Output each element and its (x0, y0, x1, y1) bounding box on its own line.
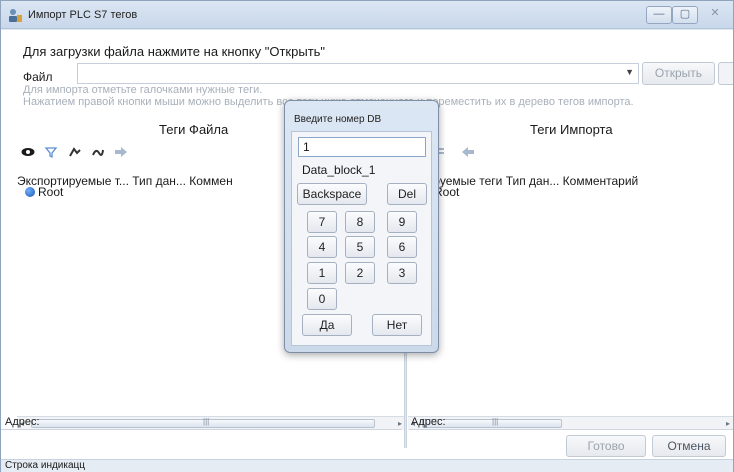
import-tags-panel: Теги Импорта ортируемые теги Тип дан... … (408, 118, 733, 430)
open-button[interactable]: Открыть (642, 62, 715, 85)
maximize-button[interactable]: ▢ (672, 6, 698, 24)
filter-icon[interactable] (44, 145, 58, 159)
key-3[interactable]: 3 (387, 262, 417, 284)
scroll-grip-icon: ||| (492, 417, 499, 426)
import-tags-toolbar (438, 144, 481, 162)
file-address-line (1, 429, 402, 430)
dialog-title: Введите номер DB (294, 114, 382, 125)
import-address-line (409, 429, 733, 430)
key-8[interactable]: 8 (345, 211, 375, 233)
info-line-1: Для импорта отметьте галочками нужные те… (23, 84, 263, 96)
yes-button[interactable]: Да (302, 314, 352, 336)
globe-icon (25, 187, 35, 197)
key-4[interactable]: 4 (307, 236, 337, 258)
expand-icon[interactable] (91, 145, 105, 159)
dialog-body: 1 Data_block_1 Backspace Del 7 8 9 4 5 6… (291, 131, 432, 346)
key-5[interactable]: 5 (345, 236, 375, 258)
cancel-button[interactable]: Отмена (652, 435, 726, 457)
key-7[interactable]: 7 (307, 211, 337, 233)
db-number-input[interactable]: 1 (298, 137, 426, 157)
minimize-button[interactable]: — (646, 6, 672, 24)
import-address-label: Адрес: (411, 416, 446, 428)
scroll-thumb[interactable]: ||| (31, 417, 375, 428)
delete-list-icon[interactable] (438, 145, 452, 159)
close-button[interactable]: ✕ (698, 6, 732, 24)
file-tree-root[interactable]: Root (25, 185, 63, 199)
scroll-grip-icon: ||| (203, 417, 210, 426)
open-hint: Для загрузки файла нажмите на кнопку "От… (23, 44, 326, 59)
file-combo[interactable]: ▼ (77, 63, 639, 84)
title-bar: Импорт PLC S7 тегов — ▢ ✕ (1, 1, 733, 29)
file-tags-toolbar (21, 144, 134, 162)
file-address-label: Адрес: (5, 416, 40, 428)
import-tags-scrollbar[interactable]: ◂ ||| ▸ (408, 416, 733, 430)
file-tags-scrollbar[interactable]: ◂ ||| ▸ (17, 416, 405, 430)
file-tags-title: Теги Файла (159, 122, 229, 137)
extra-button[interactable] (718, 62, 733, 85)
app-icon (9, 9, 22, 22)
no-button[interactable]: Нет (372, 314, 422, 336)
collapse-icon[interactable] (68, 145, 82, 159)
eye-icon[interactable] (21, 145, 35, 159)
key-2[interactable]: 2 (345, 262, 375, 284)
arrow-left-icon[interactable] (461, 145, 475, 159)
backspace-button[interactable]: Backspace (297, 183, 367, 205)
db-number-dialog: Введите номер DB 1 Data_block_1 Backspac… (284, 100, 439, 353)
done-button[interactable]: Готово (566, 435, 646, 457)
chevron-down-icon[interactable]: ▼ (625, 67, 634, 77)
block-name: Data_block_1 (302, 163, 376, 177)
key-0[interactable]: 0 (307, 288, 337, 310)
key-9[interactable]: 9 (387, 211, 417, 233)
file-tree-root-label: Root (38, 185, 64, 199)
status-bar: Строка индикацц (1, 459, 733, 472)
file-label: Файл (23, 70, 53, 84)
arrow-right-icon[interactable] (114, 145, 128, 159)
window-title: Импорт PLC S7 тегов (28, 9, 138, 21)
key-1[interactable]: 1 (307, 262, 337, 284)
import-tags-title: Теги Импорта (530, 122, 613, 137)
key-6[interactable]: 6 (387, 236, 417, 258)
import-window: Импорт PLC S7 тегов — ▢ ✕ Для загрузки ф… (0, 0, 734, 472)
del-button[interactable]: Del (387, 183, 427, 205)
